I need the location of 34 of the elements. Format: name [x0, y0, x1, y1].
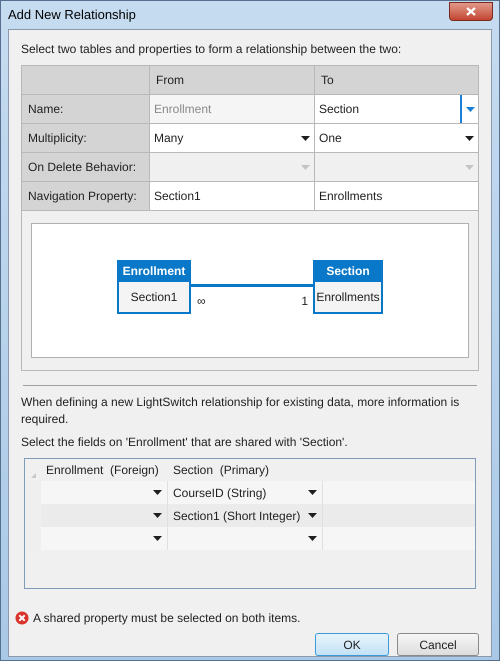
column-header: From — [150, 66, 315, 94]
error-icon — [15, 611, 29, 625]
dropdown-arrow-icon — [308, 536, 317, 541]
row-label: Name: — [22, 95, 150, 123]
dropdown-arrow-icon — [464, 164, 474, 170]
dropdown-arrow-icon — [466, 106, 474, 112]
close-button[interactable] — [449, 2, 493, 20]
dropdown-arrow-icon — [153, 513, 162, 518]
dropdown-arrow-icon — [153, 536, 162, 541]
entity-node: Section Enrollments — [313, 260, 383, 314]
corner-triangle-icon — [30, 473, 36, 478]
multiplicity-label: ∞ — [197, 294, 206, 306]
dialog-button[interactable]: OK — [315, 633, 389, 656]
row-label: Navigation Property: — [22, 182, 150, 210]
column-header: Enrollment (Foreign) — [45, 462, 160, 479]
dropdown-arrow-icon — [300, 164, 310, 170]
dropdown-arrow-icon — [153, 490, 162, 495]
dialog-button[interactable]: Cancel — [397, 633, 479, 656]
column-header: Section (Primary) — [172, 462, 270, 479]
close-icon — [466, 6, 476, 16]
dropdown-arrow-icon — [308, 490, 317, 495]
prompt-text: Select the fields on 'Enrollment' that are shared with 'Section'. — [21, 434, 349, 451]
dropdown-arrow-icon — [464, 136, 474, 140]
window-title: Add New Relationship — [8, 6, 137, 24]
instruction-text: Select two tables and properties to form a relationship between the two: — [21, 41, 402, 58]
column-header: To — [320, 72, 335, 89]
multiplicity-label: 1 — [301, 294, 308, 306]
row-label: On Delete Behavior: — [22, 153, 150, 181]
dropdown-arrow-icon — [300, 136, 310, 140]
row-label: Multiplicity: — [22, 124, 150, 152]
dropdown-arrow-icon — [308, 513, 317, 518]
info-text: When defining a new LightSwitch relationship for existing data, more information is required. — [21, 394, 460, 428]
entity-node: Enrollment Section1 — [117, 260, 191, 314]
error-message: A shared property must be selected on both items. — [33, 610, 300, 627]
